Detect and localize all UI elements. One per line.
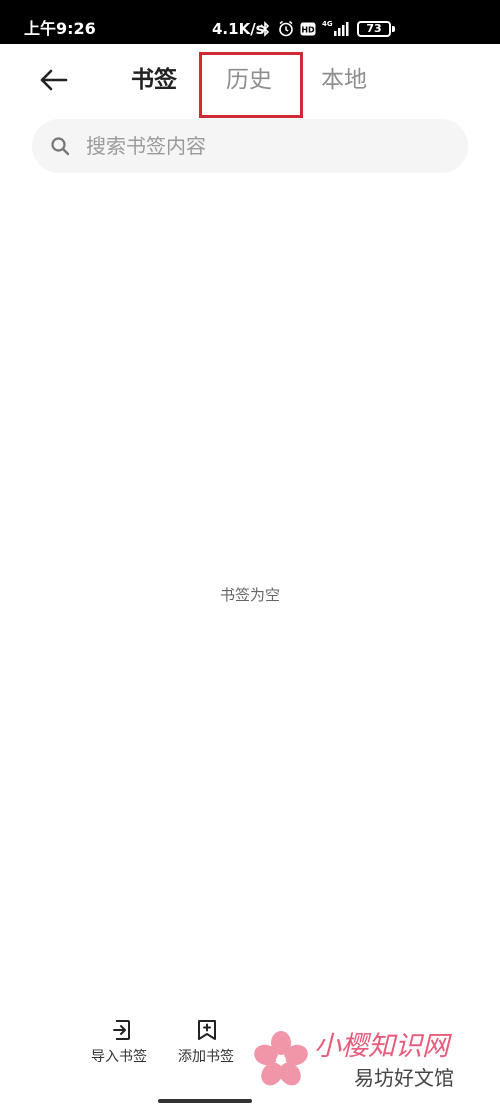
bluetooth-icon — [260, 21, 270, 37]
import-bookmarks-button[interactable]: 导入书签 — [84, 1016, 154, 1072]
battery-level: 73 — [366, 22, 382, 35]
sakura-logo-icon — [254, 1031, 308, 1086]
empty-state-message: 书签为空 — [219, 586, 280, 604]
back-arrow-icon — [40, 69, 68, 91]
status-time: 上午9:26 — [24, 19, 96, 38]
watermark-brand: 小樱知识网 — [314, 1031, 449, 1062]
watermark: 小樱知识网 易坊好文馆 — [250, 1028, 495, 1100]
alarm-icon — [279, 20, 293, 37]
battery-cap — [392, 26, 395, 32]
status-bar: 上午9:26 4.1K/s HD 4G 73 — [0, 0, 500, 44]
add-bookmark-button[interactable]: 添加书签 — [171, 1016, 241, 1072]
tab-local[interactable]: 本地 — [321, 62, 367, 98]
svg-text:4G: 4G — [322, 20, 333, 28]
add-bookmark-label: 添加书签 — [178, 1049, 234, 1065]
import-icon — [113, 1020, 130, 1040]
tab-bookmarks[interactable]: 书签 — [131, 62, 177, 98]
battery-icon: 73 — [357, 21, 391, 37]
watermark-site: 易坊好文馆 — [354, 1066, 454, 1090]
import-bookmarks-label: 导入书签 — [91, 1049, 147, 1065]
network-speed: 4.1K/s — [212, 20, 265, 38]
back-button[interactable] — [34, 62, 74, 98]
search-input[interactable]: 搜索书签内容 — [32, 119, 468, 173]
svg-text:HD: HD — [301, 26, 315, 35]
hd-icon: HD — [300, 22, 316, 36]
history-tab-highlight — [199, 52, 303, 118]
4g-signal-icon: 4G — [322, 20, 349, 36]
add-bookmark-icon — [198, 1020, 216, 1040]
home-indicator[interactable] — [158, 1099, 252, 1103]
search-icon — [51, 137, 70, 156]
search-placeholder: 搜索书签内容 — [86, 134, 206, 158]
